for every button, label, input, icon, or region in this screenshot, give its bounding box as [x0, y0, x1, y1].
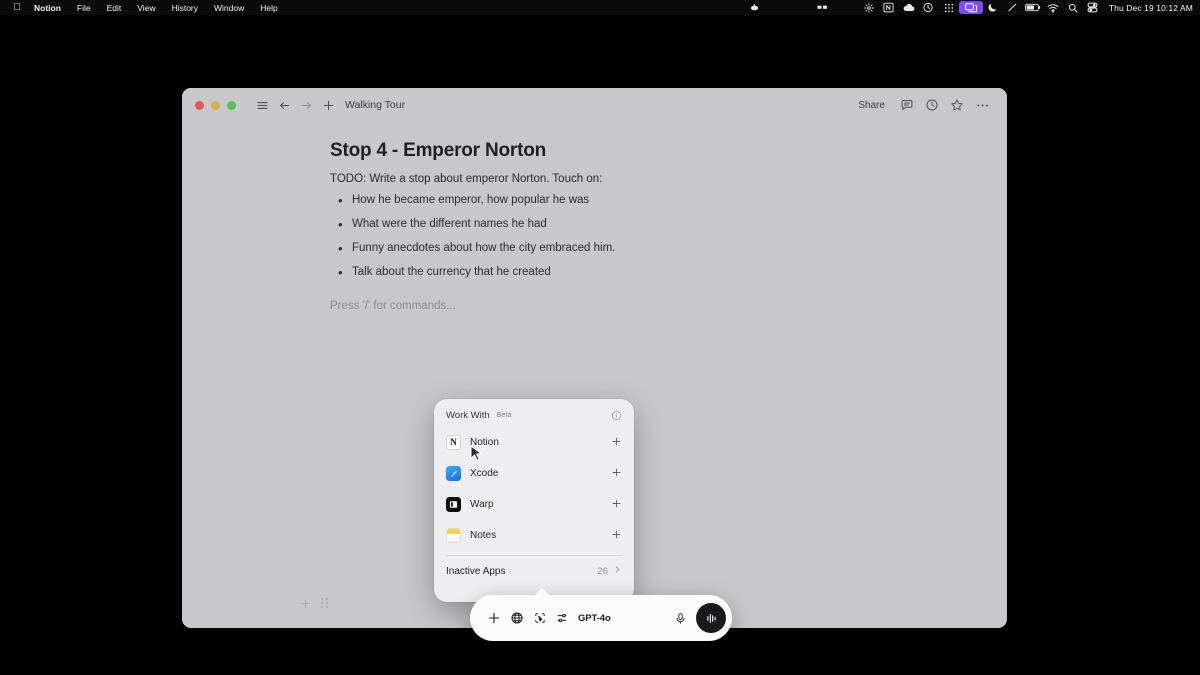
- grid-apps-icon[interactable]: [939, 0, 959, 15]
- model-selector-label[interactable]: GPT-4o: [578, 613, 611, 624]
- app-name-label: Warp: [470, 499, 494, 510]
- popover-tail: [534, 588, 550, 596]
- app-name-label: Notion: [470, 437, 499, 448]
- plus-icon[interactable]: [317, 94, 339, 116]
- window-nav-controls: [251, 94, 339, 116]
- voice-mode-button[interactable]: [696, 603, 726, 633]
- drag-grip-icon[interactable]: [320, 596, 329, 614]
- notes-app-icon: [446, 528, 461, 543]
- ellipsis-icon[interactable]: [971, 94, 993, 116]
- menu-item-history[interactable]: History: [164, 3, 206, 13]
- document-bullet-list: How he became emperor, how popular he wa…: [330, 193, 1007, 280]
- add-app-button[interactable]: [611, 467, 622, 480]
- inactive-apps-count: 26: [597, 565, 608, 577]
- beta-badge: Beta: [496, 412, 512, 419]
- arrow-left-icon[interactable]: [273, 94, 295, 116]
- wifi-icon[interactable]: [1043, 0, 1063, 15]
- cloud-icon[interactable]: [899, 0, 919, 15]
- maximize-window-button[interactable]: [227, 100, 236, 110]
- xcode-app-icon: [446, 466, 461, 481]
- chat-bar-right-controls: [669, 603, 726, 633]
- clock-history-icon[interactable]: [921, 94, 943, 116]
- breadcrumb-page-title[interactable]: Walking Tour: [345, 99, 405, 111]
- list-item[interactable]: How he became emperor, how popular he wa…: [330, 193, 1007, 208]
- empty-block-placeholder[interactable]: Press '/' for commands...: [330, 300, 1007, 312]
- app-row-notes[interactable]: Notes: [434, 520, 634, 551]
- app-row-xcode[interactable]: Xcode: [434, 458, 634, 489]
- menu-item-app-name[interactable]: Notion: [26, 3, 69, 13]
- control-center-icon[interactable]: [1083, 0, 1103, 15]
- add-app-button[interactable]: [611, 529, 622, 542]
- app-row-warp[interactable]: Warp: [434, 489, 634, 520]
- inactive-apps-meta: 26: [597, 565, 622, 577]
- menu-item-edit[interactable]: Edit: [99, 3, 130, 13]
- popover-title: Work With: [446, 410, 490, 421]
- comment-bubble-icon[interactable]: [896, 94, 918, 116]
- glasses-icon[interactable]: [813, 0, 833, 15]
- list-item[interactable]: Funny anecdotes about how the city embra…: [330, 241, 1007, 256]
- inactive-apps-row[interactable]: Inactive Apps 26: [434, 556, 634, 577]
- arrow-right-icon[interactable]: [295, 94, 317, 116]
- warp-app-icon: [446, 497, 461, 512]
- app-name-label: Xcode: [470, 468, 499, 479]
- plus-icon[interactable]: [300, 596, 311, 614]
- traffic-light-controls: [195, 100, 236, 110]
- list-item[interactable]: Talk about the currency that he created: [330, 265, 1007, 280]
- menu-bar-status-area: Thu Dec 19 10:12 AM: [745, 0, 1200, 15]
- screen-mirroring-icon[interactable]: [958, 1, 983, 14]
- hamburger-menu-icon[interactable]: [251, 94, 273, 116]
- app-row-notion[interactable]: N Notion: [434, 427, 634, 458]
- close-window-button[interactable]: [195, 100, 204, 110]
- inactive-apps-label: Inactive Apps: [446, 565, 506, 577]
- app-name-label: Notes: [470, 530, 497, 541]
- chevron-right-icon[interactable]: [613, 565, 622, 577]
- page-title[interactable]: Stop 4 - Emperor Norton: [330, 140, 1007, 162]
- add-app-button[interactable]: [611, 498, 622, 511]
- popover-header: Work With Beta: [434, 399, 634, 427]
- menu-bar-clock[interactable]: Thu Dec 19 10:12 AM: [1103, 3, 1193, 13]
- macos-menu-bar:  Notion File Edit View History Window H…: [0, 0, 1200, 15]
- menu-item-file[interactable]: File: [69, 3, 99, 13]
- window-title-bar: Walking Tour Share: [182, 88, 1007, 122]
- window-action-buttons: Share: [850, 94, 993, 116]
- microphone-icon[interactable]: [669, 607, 692, 630]
- list-item[interactable]: What were the different names he had: [330, 217, 1007, 232]
- notion-app-icon: N: [446, 435, 461, 450]
- globe-icon[interactable]: [505, 607, 528, 630]
- cursor-select-icon[interactable]: [528, 607, 551, 630]
- menu-bar-left:  Notion File Edit View History Window H…: [0, 2, 286, 13]
- share-button[interactable]: Share: [850, 100, 893, 111]
- menu-item-help[interactable]: Help: [252, 3, 285, 13]
- block-handle-group: [300, 596, 329, 614]
- document-paragraph[interactable]: TODO: Write a stop about emperor Norton.…: [330, 173, 1007, 185]
- diagonal-line-icon[interactable]: [1003, 0, 1023, 15]
- notion-menu-icon[interactable]: [879, 0, 899, 15]
- plus-icon[interactable]: [482, 607, 505, 630]
- timer-icon[interactable]: [919, 0, 939, 15]
- search-icon[interactable]: [1063, 0, 1083, 15]
- sliders-icon[interactable]: [551, 607, 574, 630]
- menu-item-view[interactable]: View: [129, 3, 163, 13]
- apple-logo-icon[interactable]: : [8, 2, 26, 13]
- minimize-window-button[interactable]: [211, 100, 220, 110]
- battery-icon[interactable]: [1023, 0, 1043, 15]
- info-circle-icon[interactable]: [611, 410, 622, 421]
- work-with-popover: Work With Beta N Notion Xcode Warp Notes…: [434, 399, 634, 602]
- moon-dnd-icon[interactable]: [983, 0, 1003, 15]
- gear-icon[interactable]: [859, 0, 879, 15]
- coffee-icon[interactable]: [745, 0, 765, 15]
- menu-item-window[interactable]: Window: [206, 3, 252, 13]
- star-icon[interactable]: [946, 94, 968, 116]
- assistant-chat-bar: GPT-4o: [470, 595, 732, 641]
- add-app-button[interactable]: [611, 436, 622, 449]
